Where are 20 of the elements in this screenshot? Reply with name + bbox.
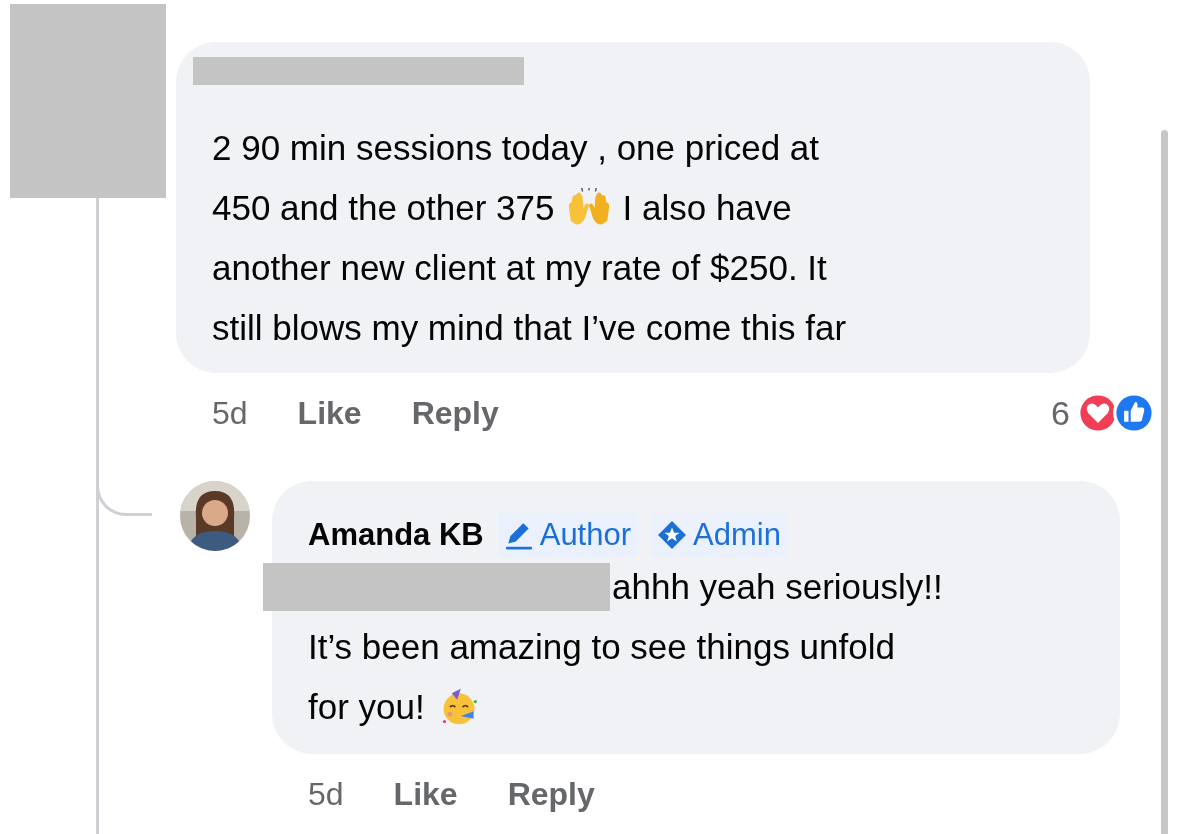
- reaction-count: 6: [1051, 393, 1070, 433]
- pencil-icon: [503, 520, 534, 550]
- comment-text: for you!: [308, 686, 425, 728]
- author-name[interactable]: Amanda KB: [308, 513, 484, 557]
- comment-text: 2 90 min sessions today , one priced at: [212, 127, 819, 169]
- comment-text: I also have: [622, 187, 792, 229]
- timestamp: 5d: [308, 775, 344, 813]
- timestamp: 5d: [212, 394, 248, 432]
- reply-link[interactable]: Reply: [507, 775, 595, 813]
- comment-text: ahhh yeah seriously!!: [612, 566, 943, 608]
- reply-link[interactable]: Reply: [411, 394, 499, 432]
- comment-text: still blows my mind that I’ve come this far: [212, 307, 847, 349]
- like-link[interactable]: Like: [297, 394, 362, 432]
- comment-text: 450 and the other 375: [212, 187, 555, 229]
- comment-text: another new client at my rate of $250. It: [212, 247, 827, 289]
- like-link[interactable]: Like: [393, 775, 458, 813]
- badge-label: Admin: [693, 516, 781, 554]
- star-diamond-icon: [657, 520, 688, 550]
- comment-text: It’s been amazing to see things unfold: [308, 626, 895, 668]
- badge-label: Author: [539, 516, 632, 554]
